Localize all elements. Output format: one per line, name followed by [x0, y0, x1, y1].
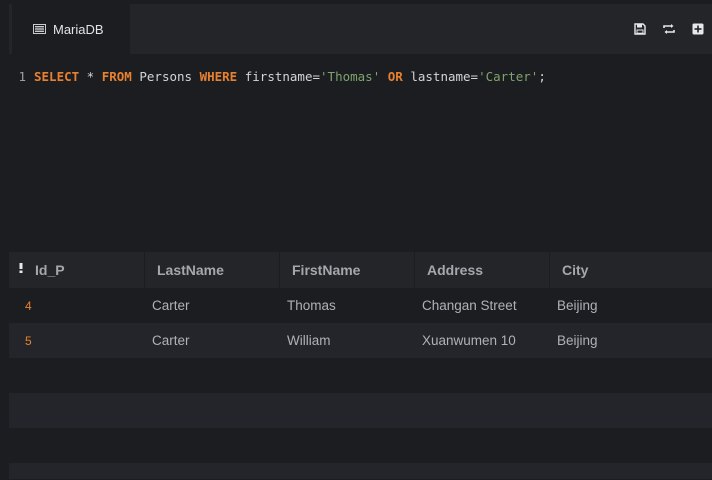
column-header-city[interactable]: City: [549, 252, 712, 288]
sql-keyword: WHERE: [199, 68, 238, 84]
sql-keyword: SELECT: [34, 68, 80, 84]
save-button[interactable]: [625, 14, 654, 44]
sql-text: ;: [538, 68, 546, 84]
column-header-firstname[interactable]: FirstName: [279, 252, 414, 288]
table-row[interactable]: 5 Carter William Xuanwumen 10 Beijing: [9, 323, 712, 358]
cell-id-p: 5: [25, 333, 32, 348]
cell-city: Beijing: [557, 333, 598, 348]
line-number: 1: [18, 68, 26, 84]
mariadb-query-app: MariaDB 1 SELECT * FROM Persons WHERE fi…: [0, 0, 712, 480]
table-row[interactable]: 4 Carter Thomas Changan Street Beijing: [9, 288, 712, 323]
cell-lastname: Carter: [152, 298, 190, 313]
column-header-label: Address: [427, 262, 484, 278]
column-header-address[interactable]: Address: [414, 252, 549, 288]
column-header-label: FirstName: [292, 262, 361, 278]
add-button[interactable]: [683, 14, 712, 44]
column-header-label: LastName: [157, 262, 224, 278]
cell-id-p: 4: [25, 298, 32, 313]
sql-text: lastname=: [402, 68, 479, 84]
column-header-lastname[interactable]: LastName: [144, 252, 279, 288]
results-table: Id_P LastName FirstName Address City 4 C…: [9, 252, 712, 479]
code-line: 1 SELECT * FROM Persons WHERE firstname= '…: [9, 68, 546, 84]
cell-firstname: Thomas: [287, 298, 336, 313]
empty-row: [9, 463, 712, 479]
sql-keyword: OR: [387, 68, 403, 84]
column-header-id-p[interactable]: Id_P: [9, 252, 144, 288]
refresh-icon: [662, 24, 675, 34]
sql-text: *: [79, 68, 102, 84]
column-header-label: Id_P: [35, 262, 65, 278]
plus-square-icon: [692, 23, 703, 35]
cell-lastname: Carter: [152, 333, 190, 348]
table-header: Id_P LastName FirstName Address City: [9, 252, 712, 288]
refresh-button[interactable]: [654, 14, 683, 44]
database-icon: [33, 24, 46, 34]
empty-row: [9, 428, 712, 463]
sql-keyword: FROM: [101, 68, 132, 84]
sql-text: firstname=: [237, 68, 321, 84]
cell-address: Changan Street: [422, 298, 517, 313]
empty-row: [9, 393, 712, 428]
sql-editor[interactable]: 1 SELECT * FROM Persons WHERE firstname= '…: [9, 54, 712, 237]
primary-key-icon: [19, 263, 23, 273]
sql-string: 'Carter': [478, 68, 539, 84]
cell-firstname: William: [287, 333, 331, 348]
editor-toolbar: [625, 4, 712, 54]
tab-mariadb[interactable]: MariaDB: [12, 4, 130, 54]
cell-address: Xuanwumen 10: [422, 333, 516, 348]
cell-city: Beijing: [557, 298, 598, 313]
empty-row: [9, 358, 712, 393]
tab-bar: MariaDB: [9, 4, 712, 54]
column-header-label: City: [562, 262, 589, 278]
tab-label: MariaDB: [53, 21, 104, 37]
save-icon: [633, 23, 646, 35]
sql-string: 'Thomas': [320, 68, 381, 84]
sql-text: Persons: [131, 68, 200, 84]
